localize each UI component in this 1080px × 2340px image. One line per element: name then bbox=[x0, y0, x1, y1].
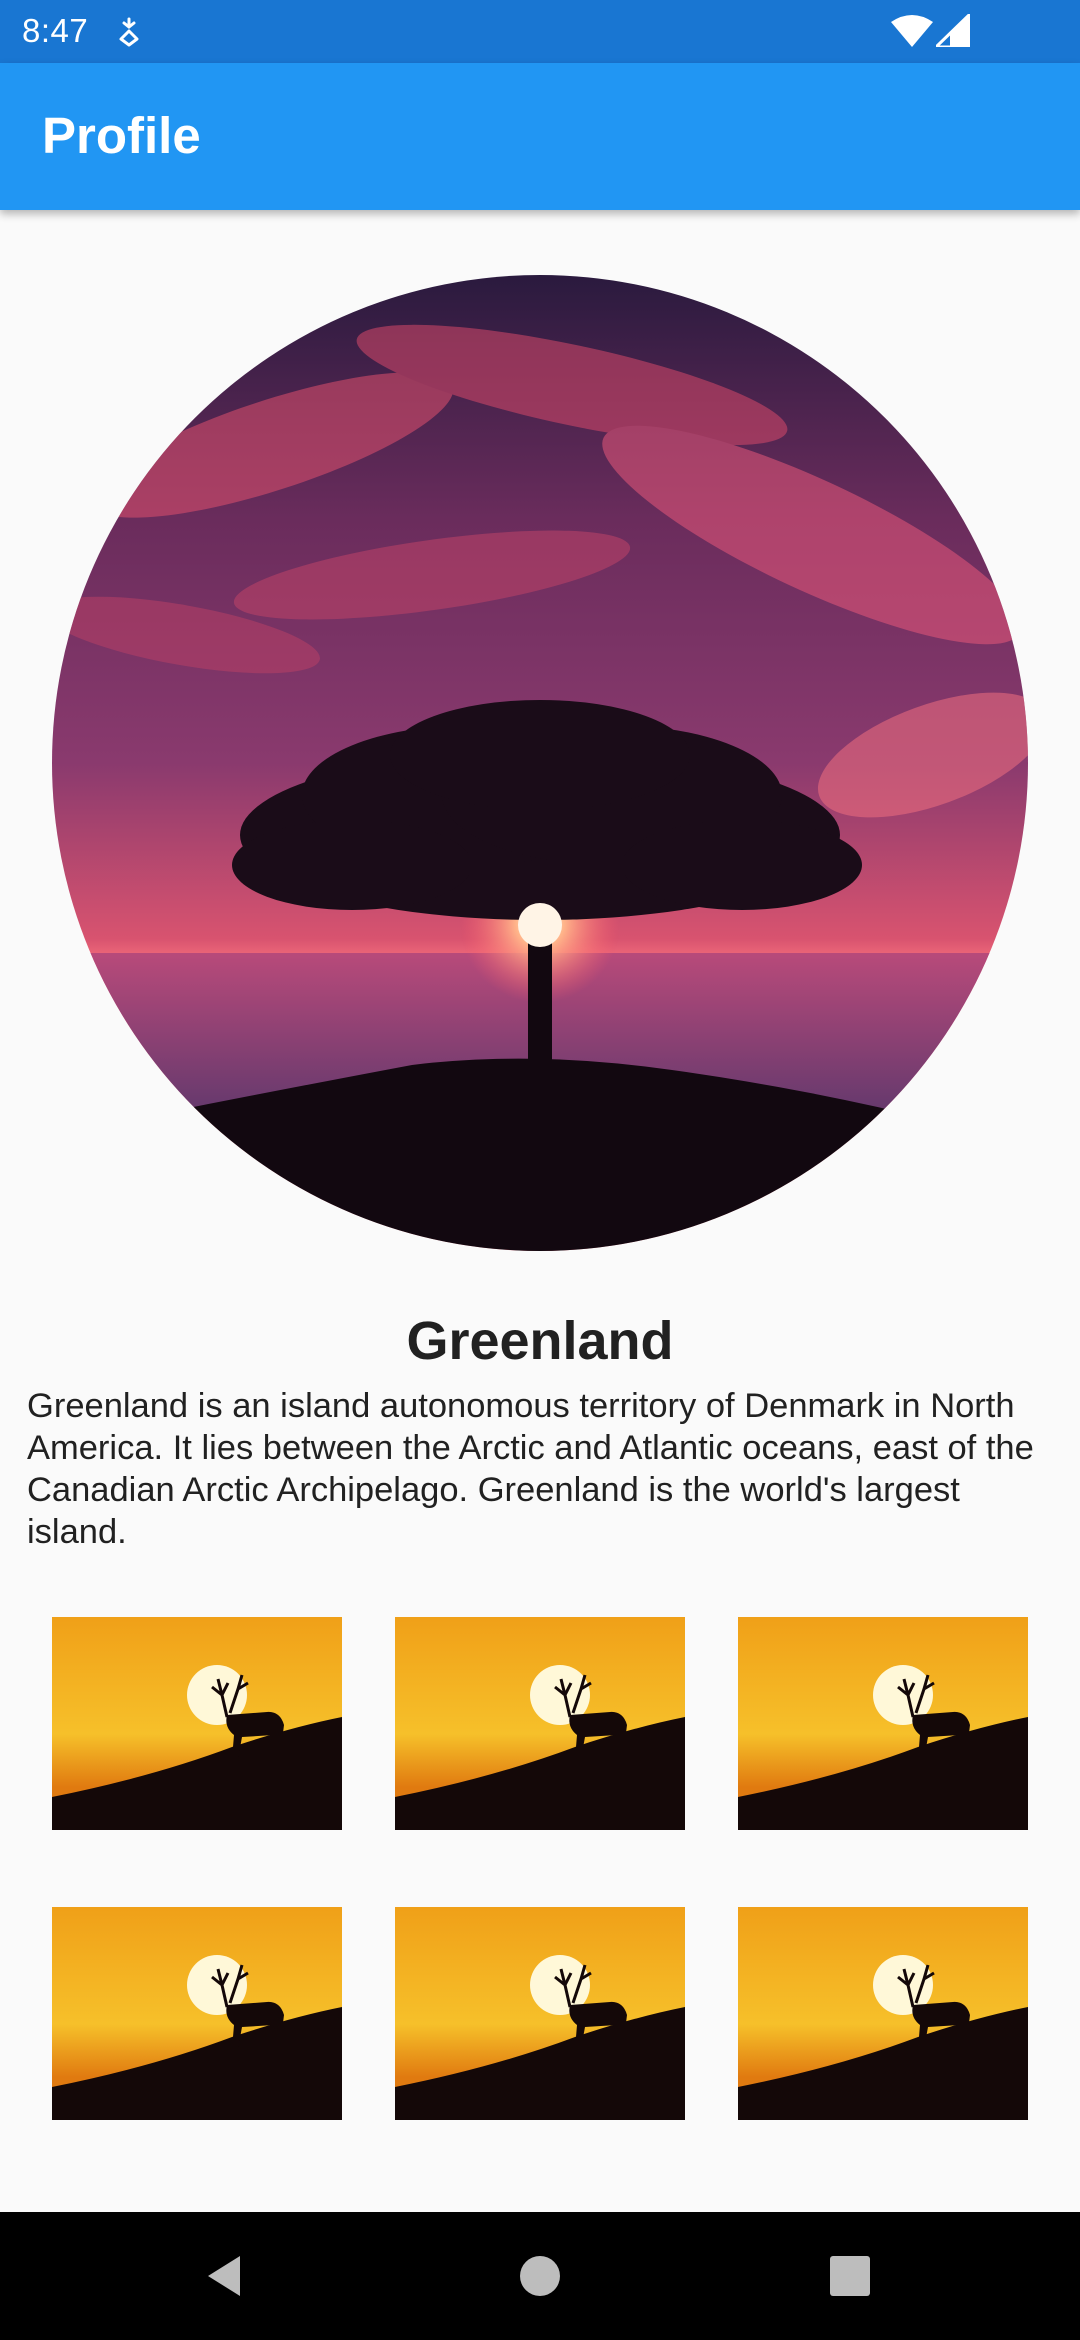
cell-signal-icon bbox=[936, 14, 970, 47]
gallery-thumbnail[interactable] bbox=[395, 1617, 685, 1830]
page-title: Profile bbox=[42, 107, 201, 164]
wifi-icon bbox=[891, 15, 933, 47]
navigation-bar bbox=[0, 2212, 1080, 2340]
status-time: 8:47 bbox=[22, 12, 89, 49]
back-icon[interactable] bbox=[196, 2246, 256, 2306]
gallery-thumbnail[interactable] bbox=[52, 1907, 342, 2120]
gallery-thumbnail[interactable] bbox=[395, 1907, 685, 2120]
gallery-thumbnail[interactable] bbox=[738, 1617, 1028, 1830]
profile-name: Greenland bbox=[406, 1311, 674, 1371]
status-bar: 8:47 bbox=[0, 0, 1080, 63]
app-bar: Profile bbox=[0, 63, 1080, 210]
data-saver-icon bbox=[119, 17, 139, 47]
recents-icon[interactable] bbox=[820, 2246, 880, 2306]
profile-description: Greenland is an island autonomous territ… bbox=[27, 1387, 1034, 1551]
home-icon[interactable] bbox=[510, 2246, 570, 2306]
gallery-thumbnail[interactable] bbox=[52, 1617, 342, 1830]
gallery-thumbnail[interactable] bbox=[738, 1907, 1028, 2120]
profile-image bbox=[52, 275, 1028, 1251]
